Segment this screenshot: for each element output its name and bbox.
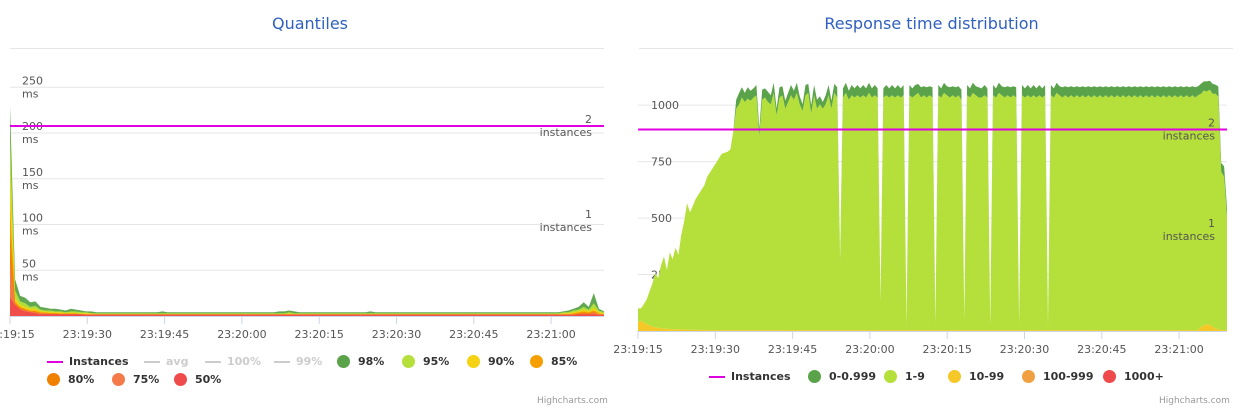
x-tick-label: 23:20:30: [372, 328, 421, 341]
legend-item-avg[interactable]: avg: [144, 355, 188, 368]
instances-axis-label: 1: [585, 208, 592, 221]
instances-axis-label: 2: [585, 113, 592, 126]
credits-link[interactable]: Highcharts.com: [1159, 396, 1230, 406]
instances-axis-unit: instances: [540, 221, 593, 234]
legend-line-icon: [144, 360, 160, 363]
legend-item-1-9[interactable]: 1-9: [884, 370, 925, 383]
legend-item-99-[interactable]: 99%: [274, 355, 322, 368]
series-area-90-: [10, 169, 604, 316]
legend-line-icon: [205, 360, 221, 363]
quantiles-chart-panel: Quantiles 250 ms 200 ms 150 ms 100 ms 50 ms 2 insta…: [0, 0, 620, 413]
legend-item-95-[interactable]: 95%: [402, 355, 449, 368]
instances-axis-unit: instances: [1163, 230, 1216, 243]
quantiles-plot: 250ms200ms150ms100ms50ms2instances1insta…: [0, 74, 604, 341]
instances-axis-label: 1: [1208, 217, 1215, 230]
legend-label: 1-9: [905, 370, 925, 383]
legend-label: 85%: [551, 355, 578, 368]
legend-dot-icon: [337, 355, 350, 368]
y-tick-unit: ms: [22, 87, 39, 100]
y-tick-label: 1000: [651, 99, 679, 112]
legend-label: 0-0.999: [829, 370, 877, 383]
legend-label: Instances: [731, 370, 791, 383]
legend-label: 95%: [423, 355, 450, 368]
x-tick-label: 23:19:45: [140, 328, 189, 341]
x-tick-label: 23:20:15: [294, 328, 343, 341]
series-area-80-: [10, 233, 604, 316]
legend-line-icon: [47, 360, 63, 363]
credits-link[interactable]: Highcharts.com: [537, 396, 608, 406]
legend-label: 10-99: [969, 370, 1005, 383]
legend-dot-icon: [884, 370, 897, 383]
response-time-chart-panel: Response time distribution 1000750500250…: [613, 0, 1242, 413]
x-tick-label: 23:19:15: [0, 328, 35, 341]
legend-item-100-999[interactable]: 100-999: [1022, 370, 1094, 383]
legend-dot-icon: [1103, 370, 1116, 383]
legend-label: 99%: [296, 355, 323, 368]
legend-item-80-[interactable]: 80%: [47, 373, 94, 386]
legend-item-50-[interactable]: 50%: [174, 373, 221, 386]
y-tick-label: 750: [651, 156, 672, 169]
response-time-plot: 10007505002502instances1instances23:19:1…: [613, 80, 1227, 356]
legend-label: 98%: [358, 355, 385, 368]
legend-dot-icon: [530, 355, 543, 368]
x-tick-label: 23:19:30: [63, 328, 112, 341]
legend-dot-icon: [808, 370, 821, 383]
legend-item-1000-[interactable]: 1000+: [1103, 370, 1164, 383]
y-tick-unit: ms: [22, 179, 39, 192]
series-area-85-: [10, 206, 604, 316]
legend-item-instances[interactable]: Instances: [47, 355, 129, 368]
legend-item-85-[interactable]: 85%: [530, 355, 577, 368]
x-tick-label: 23:20:45: [1077, 343, 1126, 356]
legend-item-90-[interactable]: 90%: [467, 355, 514, 368]
legend-line-icon: [274, 360, 290, 363]
instances-axis-unit: instances: [540, 126, 593, 139]
legend-item-75-[interactable]: 75%: [112, 373, 159, 386]
y-tick-label: 500: [651, 212, 672, 225]
y-tick-label: 250: [22, 74, 43, 87]
x-tick-label: 23:21:00: [1154, 343, 1203, 356]
legend-label: 80%: [68, 373, 95, 386]
y-tick-label: 50: [22, 257, 36, 270]
x-tick-label: 23:20:00: [217, 328, 266, 341]
instances-axis-label: 2: [1208, 116, 1215, 129]
legend-label: 100%: [227, 355, 261, 368]
x-tick-label: 23:20:00: [845, 343, 894, 356]
y-tick-unit: ms: [22, 225, 39, 238]
legend-item-0-0-999[interactable]: 0-0.999: [808, 370, 876, 383]
legend-item-10-99[interactable]: 10-99: [948, 370, 1004, 383]
x-tick-label: 23:19:15: [613, 343, 662, 356]
y-tick-unit: ms: [22, 133, 39, 146]
series-area-75-: [10, 261, 604, 316]
legend-dot-icon: [467, 355, 480, 368]
legend-label: 100-999: [1043, 370, 1094, 383]
y-tick-label: 150: [22, 166, 43, 179]
legend-dot-icon: [1022, 370, 1035, 383]
legend-dot-icon: [47, 373, 60, 386]
legend-dot-icon: [402, 355, 415, 368]
legend-label: avg: [166, 355, 189, 368]
y-tick-unit: ms: [22, 270, 39, 283]
legend-label: 90%: [488, 355, 515, 368]
x-tick-label: 23:20:15: [922, 343, 971, 356]
instances-axis-unit: instances: [1163, 129, 1216, 142]
legend-dot-icon: [174, 373, 187, 386]
legend-item-98-[interactable]: 98%: [337, 355, 384, 368]
x-tick-label: 23:19:30: [691, 343, 740, 356]
y-tick-label: 100: [22, 212, 43, 225]
legend-label: 50%: [195, 373, 222, 386]
x-tick-label: 23:20:45: [449, 328, 498, 341]
legend-item-100-[interactable]: 100%: [205, 355, 261, 368]
legend-dot-icon: [948, 370, 961, 383]
x-tick-label: 23:21:00: [526, 328, 575, 341]
legend-label: Instances: [69, 355, 129, 368]
series-area-1-9: [638, 89, 1227, 331]
series-area-98-: [10, 105, 604, 316]
x-tick-label: 23:20:30: [1000, 343, 1049, 356]
legend-dot-icon: [112, 373, 125, 386]
x-tick-label: 23:19:45: [768, 343, 817, 356]
legend-label: 1000+: [1124, 370, 1164, 383]
legend-item-instances[interactable]: Instances: [709, 370, 791, 383]
legend-label: 75%: [133, 373, 160, 386]
legend-line-icon: [709, 375, 725, 378]
